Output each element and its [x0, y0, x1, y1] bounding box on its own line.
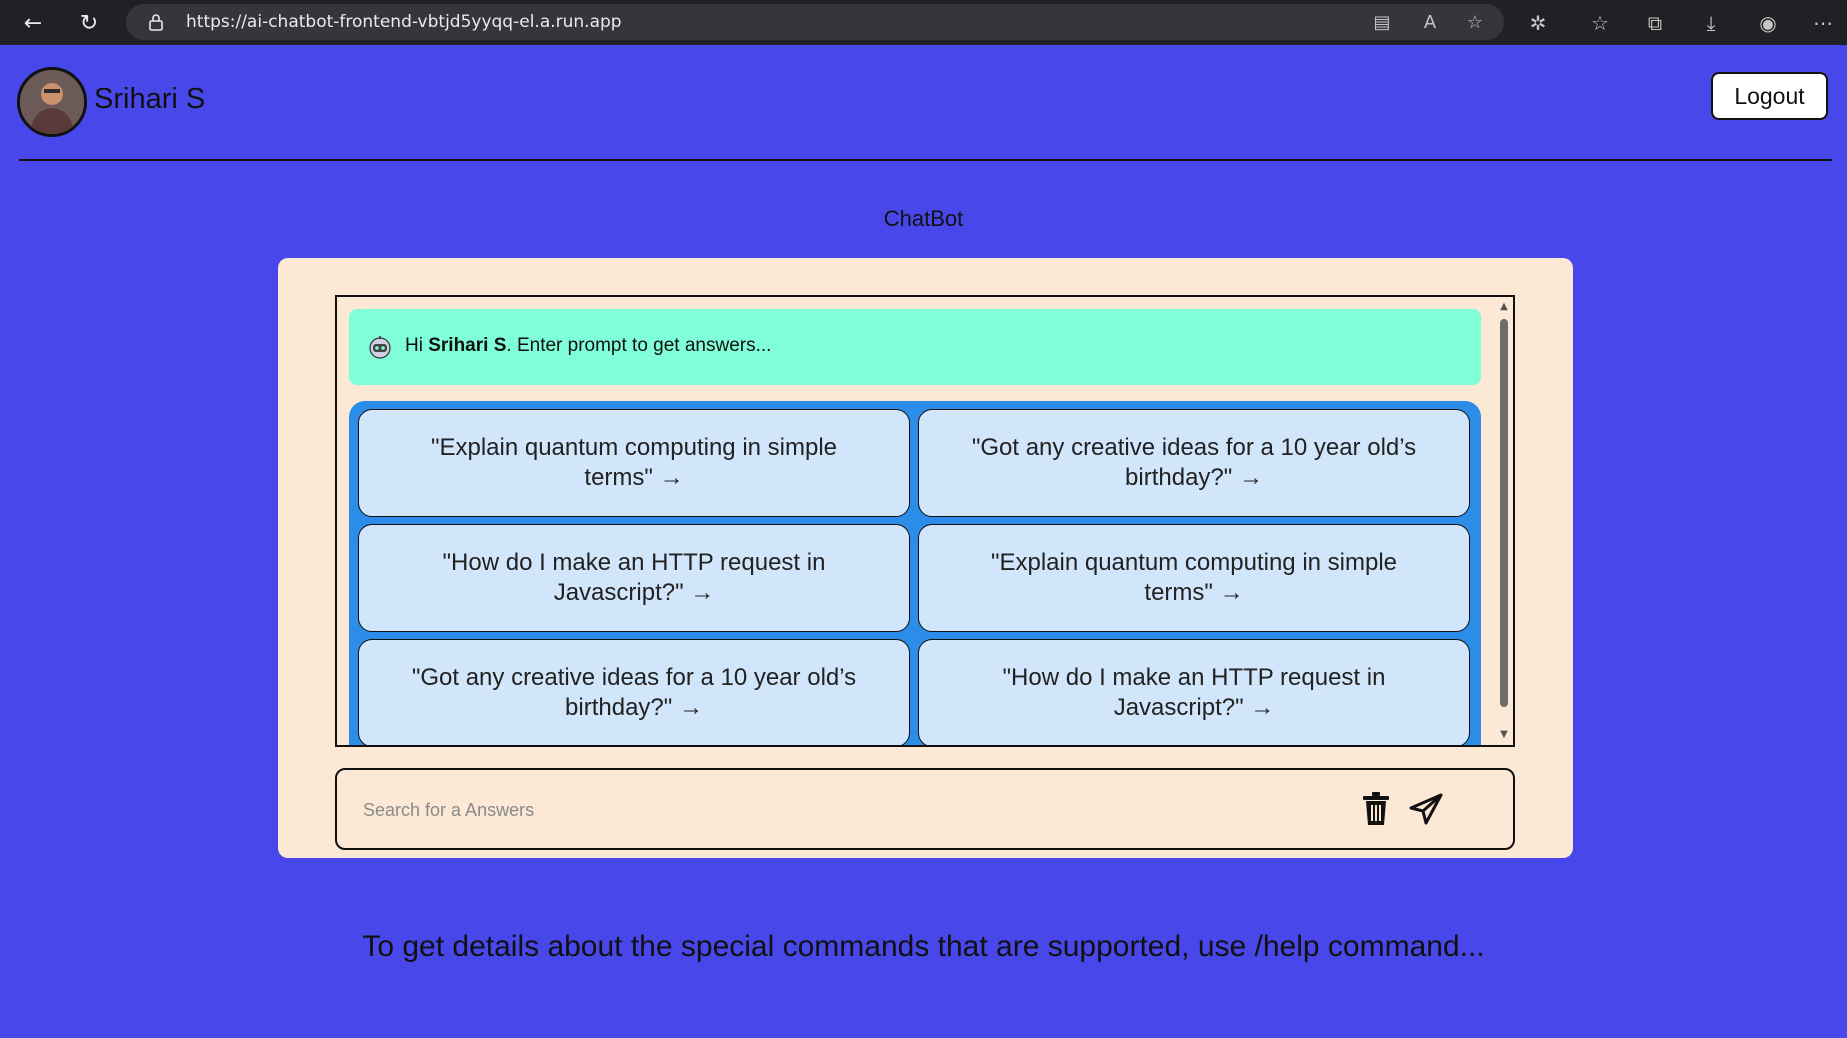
header-divider: [19, 159, 1832, 161]
user-name: Srihari S: [94, 83, 206, 115]
page-title: ChatBot: [883, 206, 964, 231]
read-aloud-icon[interactable]: A: [1419, 12, 1441, 34]
lock-icon: [149, 14, 163, 31]
favorites-icon[interactable]: ☆: [1587, 10, 1613, 36]
extensions-icon[interactable]: ✲: [1525, 10, 1551, 36]
favorite-star-icon[interactable]: ☆: [1464, 12, 1486, 34]
robot-icon: [369, 336, 391, 359]
scroll-down-arrow-icon[interactable]: ▼: [1498, 729, 1510, 741]
chat-card: Hi Srihari S. Enter prompt to get answer…: [278, 258, 1573, 858]
trash-icon[interactable]: [1361, 792, 1391, 826]
refresh-icon[interactable]: ↻: [74, 8, 104, 38]
chat-scrollbar[interactable]: ▲ ▼: [1495, 297, 1513, 745]
prompt-input[interactable]: [361, 790, 1345, 830]
downloads-icon[interactable]: ⤓: [1698, 10, 1724, 36]
send-icon[interactable]: [1409, 792, 1443, 826]
browser-toolbar: ← ↻ https://ai-chatbot-frontend-vbtjd5yy…: [0, 0, 1847, 45]
suggestion-grid: "Explain quantum computing in simple ter…: [349, 401, 1481, 745]
greeting-text: Hi Srihari S. Enter prompt to get answer…: [405, 335, 771, 357]
profile-icon[interactable]: ◉: [1755, 10, 1781, 36]
scroll-thumb[interactable]: [1500, 319, 1508, 707]
prompt-input-row: [335, 768, 1515, 850]
avatar-image: [20, 70, 84, 134]
chat-window[interactable]: Hi Srihari S. Enter prompt to get answer…: [335, 295, 1515, 747]
greeting-prefix: Hi: [405, 335, 429, 356]
suggestion-card[interactable]: "How do I make an HTTP request in Javasc…: [918, 639, 1470, 745]
app-header: Srihari S Logout: [0, 45, 1847, 161]
greeting-name: Srihari S: [428, 335, 507, 356]
suggestion-card[interactable]: "How do I make an HTTP request in Javasc…: [358, 524, 910, 632]
address-bar[interactable]: https://ai-chatbot-frontend-vbtjd5yyqq-e…: [126, 4, 1504, 40]
back-arrow-icon[interactable]: ←: [18, 8, 48, 38]
suggestion-card[interactable]: "Got any creative ideas for a 10 year ol…: [358, 639, 910, 745]
suggestion-card[interactable]: "Got any creative ideas for a 10 year ol…: [918, 409, 1470, 517]
greeting-suffix: . Enter prompt to get answers...: [506, 335, 772, 356]
greeting-message: Hi Srihari S. Enter prompt to get answer…: [349, 309, 1481, 385]
logout-button[interactable]: Logout: [1711, 72, 1828, 120]
scroll-up-arrow-icon[interactable]: ▲: [1498, 301, 1510, 313]
suggestion-card[interactable]: "Explain quantum computing in simple ter…: [358, 409, 910, 517]
collections-icon[interactable]: ⧉: [1642, 10, 1668, 36]
more-menu-icon[interactable]: ⋯: [1810, 10, 1836, 36]
url-text: https://ai-chatbot-frontend-vbtjd5yyqq-e…: [186, 12, 622, 32]
avatar: [17, 67, 87, 137]
help-hint: To get details about the special command…: [362, 930, 1485, 963]
suggestion-card[interactable]: "Explain quantum computing in simple ter…: [918, 524, 1470, 632]
tracking-icon[interactable]: ▤: [1371, 12, 1393, 34]
